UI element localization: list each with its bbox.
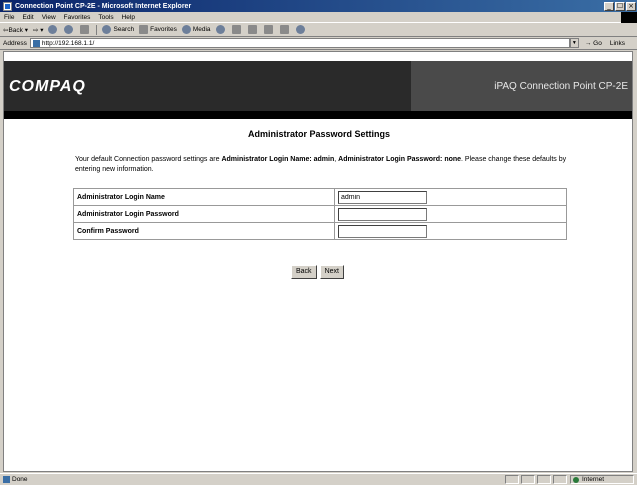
intro-text-1: Your default Connection password setting… <box>75 156 222 163</box>
search-button[interactable]: Search <box>102 25 134 34</box>
search-icon <box>102 25 112 34</box>
page-title: Administrator Password Settings <box>247 129 391 139</box>
toolbar-separator <box>96 24 98 35</box>
confirm-password-label: Confirm Password <box>73 222 335 240</box>
wizard-buttons: Back Next <box>291 265 347 279</box>
product-name: iPAQ Connection Point CP-2E <box>494 81 628 92</box>
minimize-button[interactable]: _ <box>604 1 614 11</box>
table-row: Administrator Login Name <box>73 188 567 206</box>
history-button[interactable] <box>215 25 227 34</box>
login-password-label: Administrator Login Password <box>73 205 335 223</box>
compaq-logo: COMPAQ <box>9 78 86 95</box>
zone-label: Internet <box>582 476 605 483</box>
confirm-password-cell <box>334 222 567 240</box>
status-pane <box>553 475 567 484</box>
maximize-button[interactable]: ☐ <box>615 1 625 11</box>
discuss-icon <box>279 25 289 34</box>
header-band: COMPAQ iPAQ Connection Point CP-2E <box>4 61 632 119</box>
mail-button[interactable] <box>231 25 243 34</box>
page-done-icon <box>3 476 10 483</box>
home-button[interactable] <box>80 25 91 34</box>
login-name-label: Administrator Login Name <box>73 188 335 206</box>
status-pane <box>505 475 519 484</box>
print-button[interactable] <box>247 25 259 34</box>
status-pane <box>537 475 551 484</box>
menu-view[interactable]: View <box>42 14 56 21</box>
menu-bar: File Edit View Favorites Tools Help <box>0 12 637 23</box>
back-wizard-button[interactable]: Back <box>291 265 317 279</box>
stop-icon <box>48 25 58 34</box>
messenger-icon <box>295 25 305 34</box>
browser-viewport: COMPAQ iPAQ Connection Point CP-2E Admin… <box>3 51 633 472</box>
mail-icon <box>231 25 241 34</box>
internet-globe-icon <box>573 476 579 483</box>
address-dropdown-button[interactable]: ▼ <box>569 38 579 48</box>
print-icon <box>247 25 257 34</box>
edit-icon <box>263 25 273 34</box>
history-icon <box>215 25 225 34</box>
home-icon <box>80 25 90 34</box>
login-name-input[interactable] <box>338 190 427 204</box>
menu-favorites[interactable]: Favorites <box>64 14 91 21</box>
ie-app-icon <box>3 1 12 11</box>
intro-paragraph: Your default Connection password setting… <box>75 155 575 175</box>
media-button[interactable]: Media <box>181 25 211 34</box>
status-bar: Done Internet <box>0 473 637 485</box>
refresh-icon <box>64 25 74 34</box>
product-area: iPAQ Connection Point CP-2E <box>411 61 632 111</box>
go-label: Go <box>593 39 602 47</box>
table-row: Administrator Login Password <box>73 205 567 223</box>
refresh-button[interactable] <box>64 25 75 34</box>
address-url: http://192.168.1.1/ <box>41 39 95 47</box>
page-icon <box>32 39 40 47</box>
logo-area: COMPAQ <box>4 61 411 111</box>
windows-logo-icon <box>621 12 637 23</box>
menu-tools[interactable]: Tools <box>98 14 113 21</box>
forward-label: ⇨ ▾ <box>32 26 44 34</box>
favorites-label: Favorites <box>150 26 177 33</box>
login-password-input[interactable] <box>338 207 427 221</box>
menu-file[interactable]: File <box>4 14 14 21</box>
intro-default-password: Administrator Login Password: none <box>338 156 462 163</box>
standard-toolbar: ⇦Back ▾ ⇨ ▾ Search Favorites Media <box>0 23 637 37</box>
menu-edit[interactable]: Edit <box>22 14 33 21</box>
edit-button[interactable] <box>263 25 275 34</box>
close-button[interactable]: × <box>626 1 636 11</box>
media-label: Media <box>192 26 211 33</box>
media-icon <box>181 25 191 34</box>
password-settings-table: Administrator Login Name Administrator L… <box>73 188 567 240</box>
window-title: Connection Point CP-2E - Microsoft Inter… <box>15 2 192 10</box>
menu-help[interactable]: Help <box>122 14 135 21</box>
address-bar: Address http://192.168.1.1/ ▼ → Go Links <box>0 37 637 50</box>
confirm-password-input[interactable] <box>338 224 427 238</box>
messenger-button[interactable] <box>295 25 307 34</box>
status-text: Done <box>12 476 28 483</box>
table-row: Confirm Password <box>73 222 567 240</box>
address-input[interactable]: http://192.168.1.1/ <box>29 38 570 48</box>
go-button[interactable]: → Go <box>585 40 602 47</box>
intro-default-login: Administrator Login Name: admin <box>221 156 335 163</box>
back-button[interactable]: ⇦Back ▾ <box>3 26 28 34</box>
forward-button[interactable]: ⇨ ▾ <box>33 26 44 34</box>
back-label: ⇦Back ▾ <box>3 26 28 34</box>
login-password-cell <box>334 205 567 223</box>
favorites-button[interactable]: Favorites <box>139 25 177 34</box>
login-name-cell <box>334 188 567 206</box>
favorites-icon <box>139 25 149 34</box>
status-pane <box>521 475 535 484</box>
window-title-bar: Connection Point CP-2E - Microsoft Inter… <box>0 0 637 12</box>
next-wizard-button[interactable]: Next <box>319 265 344 279</box>
discuss-button[interactable] <box>279 25 291 34</box>
search-label: Search <box>113 26 135 33</box>
links-button[interactable]: Links <box>610 40 625 47</box>
security-zone: Internet <box>570 475 634 484</box>
stop-button[interactable] <box>48 25 59 34</box>
address-label: Address <box>3 39 27 47</box>
status-panes <box>505 475 569 484</box>
